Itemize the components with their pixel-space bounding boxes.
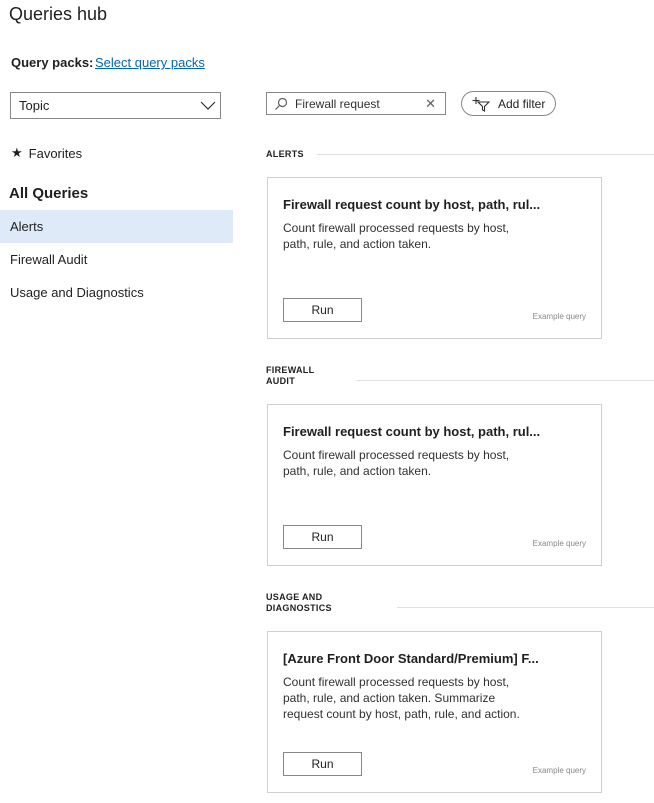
group-by-dropdown[interactable]: Topic [10, 92, 221, 119]
query-card[interactable]: Firewall request count by host, path, ru… [267, 177, 602, 339]
search-icon [275, 97, 288, 110]
star-icon: ★ [11, 145, 23, 160]
run-button[interactable]: Run [283, 752, 362, 776]
page-title: Queries hub [9, 4, 108, 24]
search-box: ✕ [266, 92, 446, 115]
favorites-item[interactable]: ★ Favorites [11, 145, 82, 161]
query-packs-label: Query packs: [11, 55, 94, 70]
run-button[interactable]: Run [283, 525, 362, 549]
chevron-down-icon [200, 101, 216, 110]
select-query-packs-link[interactable]: Select query packs [95, 55, 205, 70]
sidebar-item-label: Alerts [10, 219, 44, 234]
query-card-title: [Azure Front Door Standard/Premium] F... [283, 651, 539, 666]
section-divider [397, 607, 654, 608]
search-input[interactable] [295, 95, 420, 112]
group-by-selected: Topic [19, 98, 50, 113]
sidebar-item-firewall-audit[interactable]: Firewall Audit [0, 243, 233, 276]
query-card-title: Firewall request count by host, path, ru… [283, 424, 541, 439]
example-query-tag: Example query [532, 312, 586, 321]
query-card[interactable]: [Azure Front Door Standard/Premium] F...… [267, 631, 602, 793]
favorites-label: Favorites [28, 145, 83, 161]
query-card[interactable]: Firewall request count by host, path, ru… [267, 404, 602, 566]
section-heading-usage-and-diagnostics: USAGE AND DIAGNOSTICS [266, 592, 332, 613]
section-heading-firewall-audit: FIREWALL AUDIT [266, 365, 315, 386]
add-filter-icon [472, 96, 490, 112]
sidebar-item-label: Firewall Audit [10, 252, 88, 267]
sidebar-item-usage-and-diagnostics[interactable]: Usage and Diagnostics [0, 276, 233, 309]
clear-search-icon[interactable]: ✕ [425, 96, 436, 111]
section-divider [317, 154, 654, 155]
query-card-description: Count firewall processed requests by hos… [283, 448, 510, 478]
example-query-tag: Example query [532, 766, 586, 775]
run-button[interactable]: Run [283, 298, 362, 322]
sidebar-item-label: Usage and Diagnostics [10, 285, 144, 300]
section-divider [357, 380, 654, 381]
query-card-description: Count firewall processed requests by hos… [283, 675, 520, 721]
query-card-title: Firewall request count by host, path, ru… [283, 197, 541, 212]
add-filter-label: Add filter [498, 96, 546, 111]
section-heading-alerts: ALERTS [266, 149, 304, 159]
all-queries-heading: All Queries [9, 185, 89, 202]
example-query-tag: Example query [532, 539, 586, 548]
sidebar-item-alerts[interactable]: Alerts [0, 210, 233, 243]
add-filter-button[interactable]: Add filter [461, 91, 556, 116]
query-card-description: Count firewall processed requests by hos… [283, 221, 510, 251]
